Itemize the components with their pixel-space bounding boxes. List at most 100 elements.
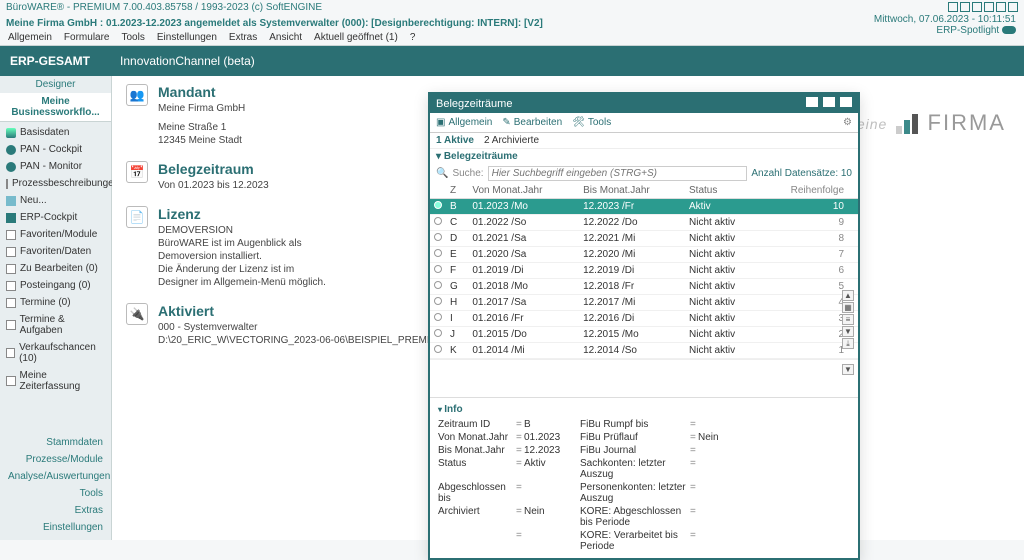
- sidebar-item-verkauf[interactable]: Verkaufschancen (10): [0, 339, 111, 367]
- tab-allgemein[interactable]: ▣ Allgemein: [436, 117, 492, 128]
- spotlight-icon[interactable]: [1002, 26, 1016, 34]
- subtab-aktive[interactable]: 1 Aktive: [436, 135, 474, 146]
- col-bis[interactable]: Bis Monat.Jahr: [579, 183, 685, 199]
- row-radio-icon[interactable]: [434, 265, 442, 273]
- menu-ansicht[interactable]: Ansicht: [269, 32, 302, 43]
- lizenz-l4: Die Änderung der Lizenz ist im: [158, 263, 326, 276]
- menu-help[interactable]: ?: [410, 32, 416, 43]
- sales-icon: [6, 348, 15, 358]
- sidebar-item-termine[interactable]: Termine (0): [0, 294, 111, 311]
- cell-z: K: [446, 343, 468, 359]
- sidebar-workflow[interactable]: Meine Businessworkflo...: [0, 93, 111, 122]
- menu-open[interactable]: Aktuell geöffnet (1): [314, 32, 398, 43]
- btn-6[interactable]: [1008, 2, 1018, 12]
- row-radio-icon[interactable]: [434, 201, 442, 209]
- tab-tools[interactable]: 🛠 Tools: [572, 117, 611, 128]
- belegzeitraum-title: Belegzeitraum: [158, 161, 269, 177]
- table-row[interactable]: C 01.2022 /So 12.2022 /Do Nicht aktiv 9: [430, 215, 858, 231]
- menu-einstellungen[interactable]: Einstellungen: [157, 32, 217, 43]
- table-row[interactable]: B 01.2023 /Mo 12.2023 /Fr Aktiv 10: [430, 199, 858, 215]
- table-row[interactable]: J 01.2015 /Do 12.2015 /Mo Nicht aktiv 2: [430, 327, 858, 343]
- sidebar-item-zubearbeiten[interactable]: Zu Bearbeiten (0): [0, 260, 111, 277]
- subtab-archivierte[interactable]: 2 Archivierte: [484, 135, 539, 146]
- sidebar-item-favdaten[interactable]: Favoriten/Daten: [0, 243, 111, 260]
- cell-status: Nicht aktiv: [685, 263, 762, 279]
- col-von[interactable]: Von Monat.Jahr: [468, 183, 579, 199]
- row-btn-up[interactable]: ▲: [842, 290, 854, 301]
- info-val: [698, 482, 736, 504]
- table-row[interactable]: E 01.2020 /Sa 12.2020 /Mi Nicht aktiv 7: [430, 247, 858, 263]
- row-radio-icon[interactable]: [434, 329, 442, 337]
- menu-extras[interactable]: Extras: [229, 32, 257, 43]
- dialog-max-icon[interactable]: [823, 97, 835, 107]
- cell-status: Aktiv: [685, 199, 762, 215]
- sidebar-item-pan-monitor[interactable]: PAN - Monitor: [0, 158, 111, 175]
- table-row[interactable]: D 01.2021 /Sa 12.2021 /Mi Nicht aktiv 8: [430, 231, 858, 247]
- row-btn-menu[interactable]: ≡: [842, 314, 854, 325]
- cell-reihenfolge: 3: [762, 311, 846, 327]
- btn-3[interactable]: [972, 2, 982, 12]
- sidebar-bottom-stammdaten[interactable]: Stammdaten: [0, 434, 111, 451]
- sidebar-item-basisdaten[interactable]: Basisdaten: [0, 124, 111, 141]
- lizenz-l3: Demoversion installiert.: [158, 250, 326, 263]
- sidebar-item-termineaufgaben[interactable]: Termine & Aufgaben: [0, 311, 111, 339]
- row-radio-icon[interactable]: [434, 297, 442, 305]
- row-radio-icon[interactable]: [434, 313, 442, 321]
- row-radio-icon[interactable]: [434, 345, 442, 353]
- tab-bearbeiten[interactable]: ✎ Bearbeiten: [502, 117, 562, 128]
- menubar: Allgemein Formulare Tools Einstellungen …: [0, 30, 1024, 46]
- col-reihenfolge[interactable]: Reihenfolge: [762, 183, 846, 199]
- sidebar-item-erpcockpit[interactable]: ERP-Cockpit: [0, 209, 111, 226]
- logo-firma: FIRMA: [928, 110, 1006, 135]
- sidebar-bottom-prozesse[interactable]: Prozesse/Module: [0, 451, 111, 468]
- table-row[interactable]: I 01.2016 /Fr 12.2016 /Di Nicht aktiv 3: [430, 311, 858, 327]
- gear-icon[interactable]: ⚙: [843, 117, 852, 128]
- new-icon: [6, 196, 16, 206]
- cell-bis: 12.2021 /Mi: [579, 231, 685, 247]
- row-radio-icon[interactable]: [434, 281, 442, 289]
- search-input[interactable]: [488, 166, 748, 181]
- sidebar-label: Verkaufschancen (10): [19, 342, 105, 364]
- row-radio-icon[interactable]: [434, 233, 442, 241]
- row-radio-icon[interactable]: [434, 217, 442, 225]
- dialog-close-icon[interactable]: [840, 97, 852, 107]
- sidebar-label: Termine (0): [20, 297, 71, 308]
- sidebar-item-zeit[interactable]: Meine Zeiterfassung: [0, 367, 111, 395]
- info-key: FiBu Journal: [580, 445, 690, 456]
- btn-2[interactable]: [960, 2, 970, 12]
- table-row[interactable]: K 01.2014 /Mi 12.2014 /So Nicht aktiv 1: [430, 343, 858, 359]
- menu-allgemein[interactable]: Allgemein: [8, 32, 52, 43]
- menu-tools[interactable]: Tools: [122, 32, 145, 43]
- table-row[interactable]: G 01.2018 /Mo 12.2018 /Fr Nicht aktiv 5: [430, 279, 858, 295]
- col-z[interactable]: Z: [446, 183, 468, 199]
- table-row[interactable]: F 01.2019 /Di 12.2019 /Di Nicht aktiv 6: [430, 263, 858, 279]
- cell-bis: 12.2023 /Fr: [579, 199, 685, 215]
- menu-formulare[interactable]: Formulare: [64, 32, 110, 43]
- sidebar-item-neu[interactable]: Neu...: [0, 192, 111, 209]
- btn-4[interactable]: [984, 2, 994, 12]
- sidebar-bottom-analyse[interactable]: Analyse/Auswertungen: [0, 468, 111, 485]
- btn-5[interactable]: [996, 2, 1006, 12]
- cell-z: D: [446, 231, 468, 247]
- sidebar-item-favmodule[interactable]: Favoriten/Module: [0, 226, 111, 243]
- table-row[interactable]: H 01.2017 /Sa 12.2017 /Mi Nicht aktiv 4: [430, 295, 858, 311]
- sidebar-item-prozess[interactable]: Prozessbeschreibungen: [0, 175, 111, 192]
- sidebar-bottom-einstellungen[interactable]: Einstellungen: [0, 519, 111, 536]
- spotlight-link[interactable]: ERP-Spotlight: [936, 25, 999, 36]
- sidebar-item-posteingang[interactable]: Posteingang (0): [0, 277, 111, 294]
- lizenz-l5: Designer im Allgemein-Menü möglich.: [158, 276, 326, 289]
- dialog-min-icon[interactable]: [806, 97, 818, 107]
- col-status[interactable]: Status: [685, 183, 762, 199]
- row-btn-grid[interactable]: ▦: [842, 302, 854, 313]
- sidebar-item-pan-cockpit[interactable]: PAN - Cockpit: [0, 141, 111, 158]
- row-radio-icon[interactable]: [434, 249, 442, 257]
- sidebar-designer[interactable]: Designer: [0, 76, 111, 93]
- sidebar-bottom-tools[interactable]: Tools: [0, 485, 111, 502]
- row-btn-end[interactable]: ⤓: [842, 338, 854, 349]
- row-btn-filter[interactable]: ▼: [842, 364, 854, 375]
- row-btn-down[interactable]: ▼: [842, 326, 854, 337]
- sidebar-bottom-extras[interactable]: Extras: [0, 502, 111, 519]
- belegzeitraeume-dialog: Belegzeiträume ▣ Allgemein ✎ Bearbeiten …: [428, 92, 860, 560]
- btn-1[interactable]: [948, 2, 958, 12]
- cell-status: Nicht aktiv: [685, 327, 762, 343]
